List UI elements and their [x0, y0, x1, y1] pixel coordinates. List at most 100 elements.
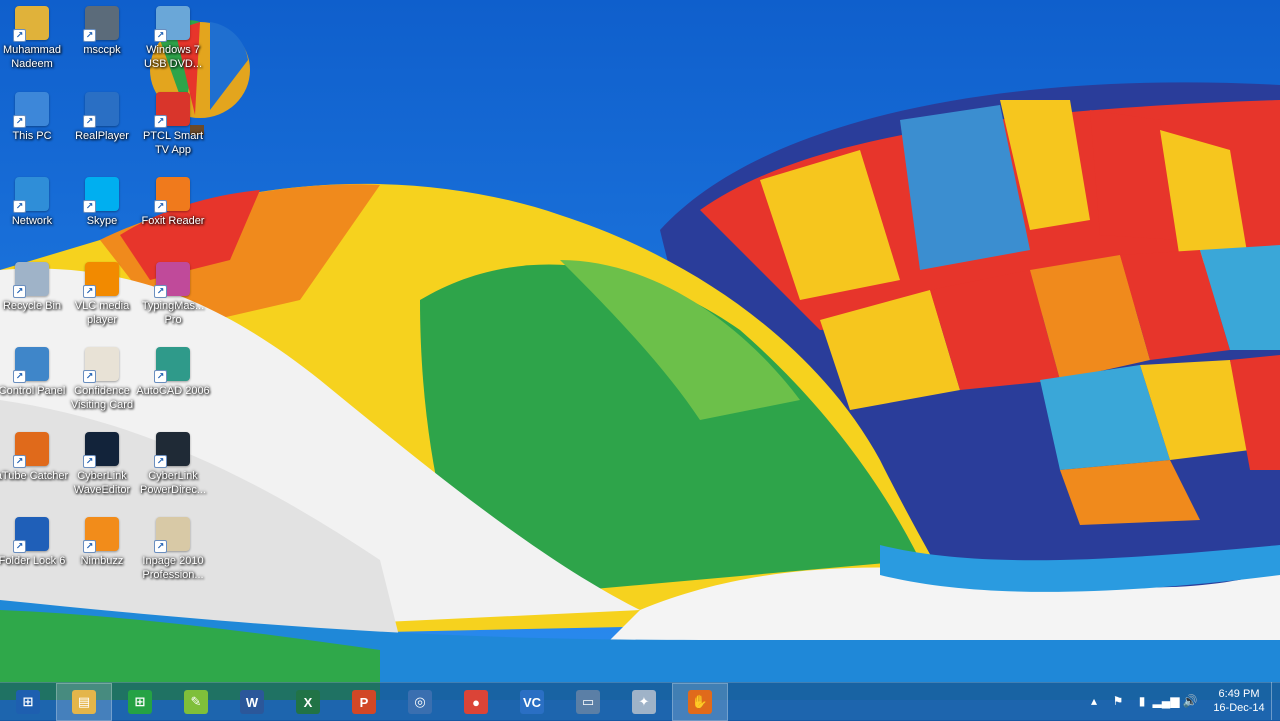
shortcut-arrow-icon: ↗ [13, 455, 26, 468]
computer-icon: ↗ [13, 92, 49, 128]
atube-catcher-taskbar-button[interactable]: ✋ [672, 683, 728, 721]
desktop-icon-label: Foxit Reader [141, 215, 205, 227]
desktop-icon-label: This PC [12, 130, 52, 142]
atube-catcher-icon: ↗ [13, 432, 49, 468]
speaker-icon[interactable]: 🔊 [1179, 690, 1201, 712]
desktop-icon-atube-catcher[interactable]: ↗ aTube Catcher [0, 428, 69, 512]
chrome-button[interactable]: ● [448, 683, 504, 721]
shortcut-arrow-icon: ↗ [83, 455, 96, 468]
start-button[interactable]: ⊞ [0, 683, 56, 721]
signal-icon[interactable]: ▂▄▆ [1153, 690, 1180, 712]
shortcut-arrow-icon: ↗ [154, 285, 167, 298]
wave-editor-icon: ↗ [83, 432, 119, 468]
shortcut-arrow-icon: ↗ [83, 285, 96, 298]
desktop-icon-power-director[interactable]: ↗ CyberLink PowerDirec... [136, 428, 210, 512]
desktop-icon-typingmaster[interactable]: ↗ TypingMas... Pro [136, 258, 210, 342]
file-explorer-icon: ▤ [72, 690, 96, 714]
show-desktop-button[interactable] [1271, 682, 1280, 720]
realplayer-icon: ↗ [83, 92, 119, 128]
desktop-icon-realplayer[interactable]: ↗ RealPlayer [65, 88, 139, 172]
desktop-icon-label: Folder Lock 6 [0, 555, 66, 567]
usb-dvd-tool-icon: ↗ [154, 6, 190, 42]
tool-app-button[interactable]: ✦ [616, 683, 672, 721]
desktop-icon-label: Skype [86, 215, 118, 227]
desktop-icon-skype[interactable]: ↗ Skype [65, 173, 139, 257]
desktop-icon-control-panel[interactable]: ↗ Control Panel [0, 343, 69, 427]
flag-icon[interactable]: ⚑ [1107, 690, 1129, 712]
shortcut-arrow-icon: ↗ [154, 370, 167, 383]
desktop-icon-label: Recycle Bin [2, 300, 62, 312]
media-app-icon: ◎ [408, 690, 432, 714]
shortcut-arrow-icon: ↗ [83, 115, 96, 128]
shortcut-arrow-icon: ↗ [83, 29, 96, 42]
desktop-icon-label: CyberLink WaveEditor [73, 470, 131, 496]
desktop-icon-folder-lock[interactable]: ↗ Folder Lock 6 [0, 513, 69, 597]
app-green-button[interactable]: ✎ [168, 683, 224, 721]
presentation-app-icon: ▭ [576, 690, 600, 714]
shortcut-arrow-icon: ↗ [83, 200, 96, 213]
desktop-icon-inpage[interactable]: ↗ Inpage 2010 Profession... [136, 513, 210, 597]
desktop-icon-label: VLC media player [74, 300, 130, 326]
shortcut-arrow-icon: ↗ [13, 200, 26, 213]
desktop-icon-computer[interactable]: ↗ This PC [0, 88, 69, 172]
shortcut-arrow-icon: ↗ [154, 455, 167, 468]
desktop-icon-label: Confidence Visiting Card [70, 385, 134, 411]
excel-button[interactable]: X [280, 683, 336, 721]
vlc-cone-icon: ↗ [83, 262, 119, 298]
desktop-icon-autocad[interactable]: ↗ AutoCAD 2006 [136, 343, 210, 427]
shortcut-arrow-icon: ↗ [154, 29, 167, 42]
chrome-icon: ● [464, 690, 488, 714]
app-green-icon: ✎ [184, 690, 208, 714]
clock-date: 16-Dec-14 [1213, 702, 1265, 714]
autocad-icon: ↗ [154, 347, 190, 383]
desktop-icon-label: msccpk [83, 44, 121, 56]
desktop-icon-wave-editor[interactable]: ↗ CyberLink WaveEditor [65, 428, 139, 512]
typingmaster-icon: ↗ [154, 262, 190, 298]
desktop-icon-recycle-bin[interactable]: ↗ Recycle Bin [0, 258, 69, 342]
shortcut-arrow-icon: ↗ [13, 285, 26, 298]
nimbuzz-icon: ↗ [83, 517, 119, 553]
desktop-icon-network-globe[interactable]: ↗ Network [0, 173, 69, 257]
desktop-icon-label: CyberLink PowerDirec... [139, 470, 207, 496]
desktop-icon-ptcl-tv[interactable]: ↗ PTCL Smart TV App [136, 88, 210, 172]
powerpoint-button[interactable]: P [336, 683, 392, 721]
chevron-up-icon[interactable]: ▴ [1083, 690, 1105, 712]
shortcut-arrow-icon: ↗ [13, 29, 26, 42]
desktop-icon-label: Inpage 2010 Profession... [142, 555, 204, 581]
desktop-icon-label: Windows 7 USB DVD... [143, 44, 203, 70]
desktop-icon-label: Muhammad Nadeem [2, 44, 62, 70]
shortcut-arrow-icon: ↗ [154, 200, 167, 213]
inpage-icon: ↗ [154, 517, 190, 553]
control-panel-icon: ↗ [13, 347, 49, 383]
network-globe-icon: ↗ [13, 177, 49, 213]
recycle-bin-icon: ↗ [13, 262, 49, 298]
vc-app-icon: VC [520, 690, 544, 714]
vc-app-button[interactable]: VC [504, 683, 560, 721]
presentation-app-button[interactable]: ▭ [560, 683, 616, 721]
media-app-button[interactable]: ◎ [392, 683, 448, 721]
word-button[interactable]: W [224, 683, 280, 721]
desktop-icon-webcam[interactable]: ↗ msccpk [65, 2, 139, 86]
tray-icons: ▴ ⚑ ▮ ▂▄▆ 🔊 [1083, 690, 1201, 712]
battery-icon[interactable]: ▮ [1131, 690, 1153, 712]
desktop-icon-visiting-card[interactable]: ↗ Confidence Visiting Card [65, 343, 139, 427]
shortcut-arrow-icon: ↗ [154, 115, 167, 128]
desktop-icon-usb-dvd-tool[interactable]: ↗ Windows 7 USB DVD... [136, 2, 210, 86]
desktop-icon-foxit-reader[interactable]: ↗ Foxit Reader [136, 173, 210, 257]
store-button[interactable]: ⊞ [112, 683, 168, 721]
power-director-icon: ↗ [154, 432, 190, 468]
excel-icon: X [296, 690, 320, 714]
desktop-icon-label: RealPlayer [75, 130, 129, 142]
shortcut-arrow-icon: ↗ [83, 540, 96, 553]
desktop-icon-vlc-cone[interactable]: ↗ VLC media player [65, 258, 139, 342]
desktop-icon-nimbuzz[interactable]: ↗ Nimbuzz [65, 513, 139, 597]
file-explorer-button[interactable]: ▤ [56, 683, 112, 721]
shortcut-arrow-icon: ↗ [83, 370, 96, 383]
clock[interactable]: 6:49 PM 16-Dec-14 [1207, 687, 1271, 715]
visiting-card-icon: ↗ [83, 347, 119, 383]
shortcut-arrow-icon: ↗ [154, 540, 167, 553]
start-icon: ⊞ [16, 690, 40, 714]
desktop-icon-user-folder[interactable]: ↗ Muhammad Nadeem [0, 2, 69, 86]
powerpoint-icon: P [352, 690, 376, 714]
shortcut-arrow-icon: ↗ [13, 540, 26, 553]
